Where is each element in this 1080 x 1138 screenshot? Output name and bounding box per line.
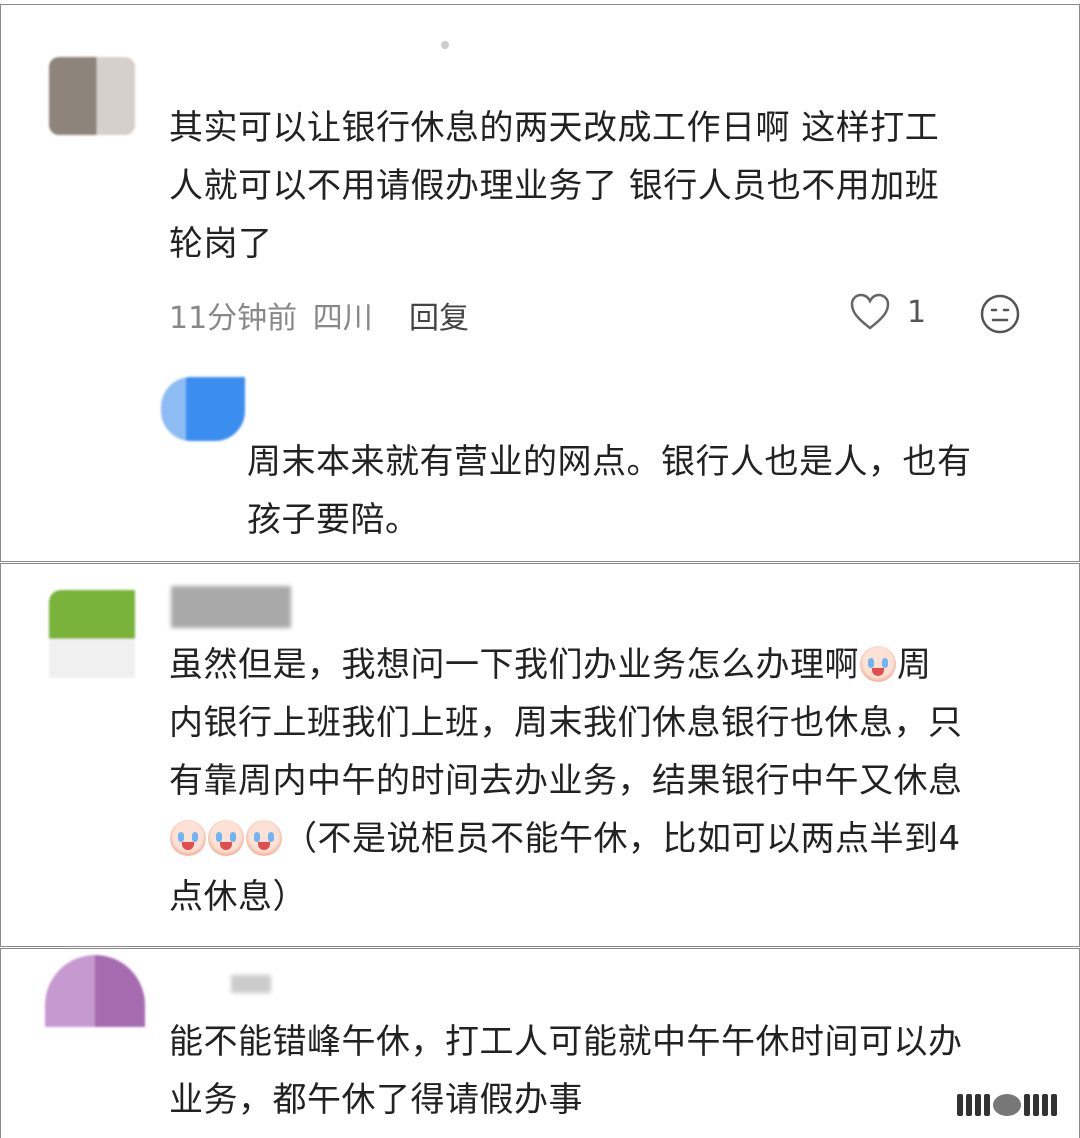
blurred-username [441, 41, 449, 49]
comment-line: 有靠周内中午的时间去办业务，结果银行中午又休息 [169, 761, 963, 801]
comment-line: 内银行上班我们上班，周末我们休息银行也休息，只 [169, 703, 963, 743]
comment-line: 周 [897, 645, 932, 685]
timestamp: 11分钟前 [169, 301, 298, 336]
reply-line: 周末本来就有营业的网点。银行人也是人，也有 [247, 442, 972, 482]
avatar[interactable] [45, 955, 145, 1027]
comment-line: 人就可以不用请假办理业务了 银行人员也不用加班 [169, 166, 940, 206]
comment-line: 其实可以让银行休息的两天改成工作日啊 这样打工 [169, 108, 940, 148]
watermark-logo [957, 1094, 1057, 1116]
avatar[interactable] [49, 57, 135, 135]
crying-face-emoji-icon [246, 820, 282, 856]
location: 四川 [312, 301, 373, 336]
reply-avatar[interactable] [161, 377, 245, 441]
comment-line: 业务，都午休了得请假办事 [169, 1080, 583, 1120]
comment-line: （不是说柜员不能午休，比如可以两点半到4 [283, 819, 961, 859]
comment-line: 轮岗了 [169, 224, 273, 264]
comment-text: 能不能错峰午休，打工人可能就中午午休时间可以办 业务，都午休了得请假办事 [169, 1013, 963, 1129]
reply-text: 周末本来就有营业的网点。银行人也是人，也有 孩子要陪。 [247, 433, 972, 549]
reply-line: 孩子要陪。 [247, 500, 420, 540]
crying-face-emoji-icon [208, 820, 244, 856]
smile-face-icon[interactable] [979, 293, 1021, 335]
comment-meta: 11分钟前 四川 [169, 293, 373, 337]
comment-card-1: 其实可以让银行休息的两天改成工作日啊 这样打工 人就可以不用请假办理业务了 银行… [0, 4, 1080, 562]
crying-face-emoji-icon [860, 646, 896, 682]
blurred-username [231, 975, 271, 993]
comment-line: 虽然但是，我想问一下我们办业务怎么办理啊 [169, 645, 859, 685]
like-count: 1 [907, 294, 927, 330]
comment-line: 点休息） [169, 877, 307, 917]
comment-card-3: 能不能错峰午休，打工人可能就中午午休时间可以办 业务，都午休了得请假办事 [0, 948, 1080, 1138]
comment-card-2: 虽然但是，我想问一下我们办业务怎么办理啊周 内银行上班我们上班，周末我们休息银行… [0, 563, 1080, 947]
comment-line-with-emoji: 虽然但是，我想问一下我们办业务怎么办理啊周 [169, 636, 963, 694]
avatar[interactable] [49, 590, 135, 678]
blurred-username [171, 586, 291, 628]
like-button[interactable]: 1 [849, 293, 926, 331]
comment-line: 能不能错峰午休，打工人可能就中午午休时间可以办 [169, 1022, 963, 1062]
reply-button[interactable]: 回复 [409, 293, 469, 337]
comment-line-with-emoji: （不是说柜员不能午休，比如可以两点半到4 [169, 810, 963, 868]
comment-text: 虽然但是，我想问一下我们办业务怎么办理啊周 内银行上班我们上班，周末我们休息银行… [169, 636, 963, 926]
crying-face-emoji-icon [170, 820, 206, 856]
comment-text: 其实可以让银行休息的两天改成工作日啊 这样打工 人就可以不用请假办理业务了 银行… [169, 99, 939, 273]
heart-outline-icon [850, 293, 890, 330]
